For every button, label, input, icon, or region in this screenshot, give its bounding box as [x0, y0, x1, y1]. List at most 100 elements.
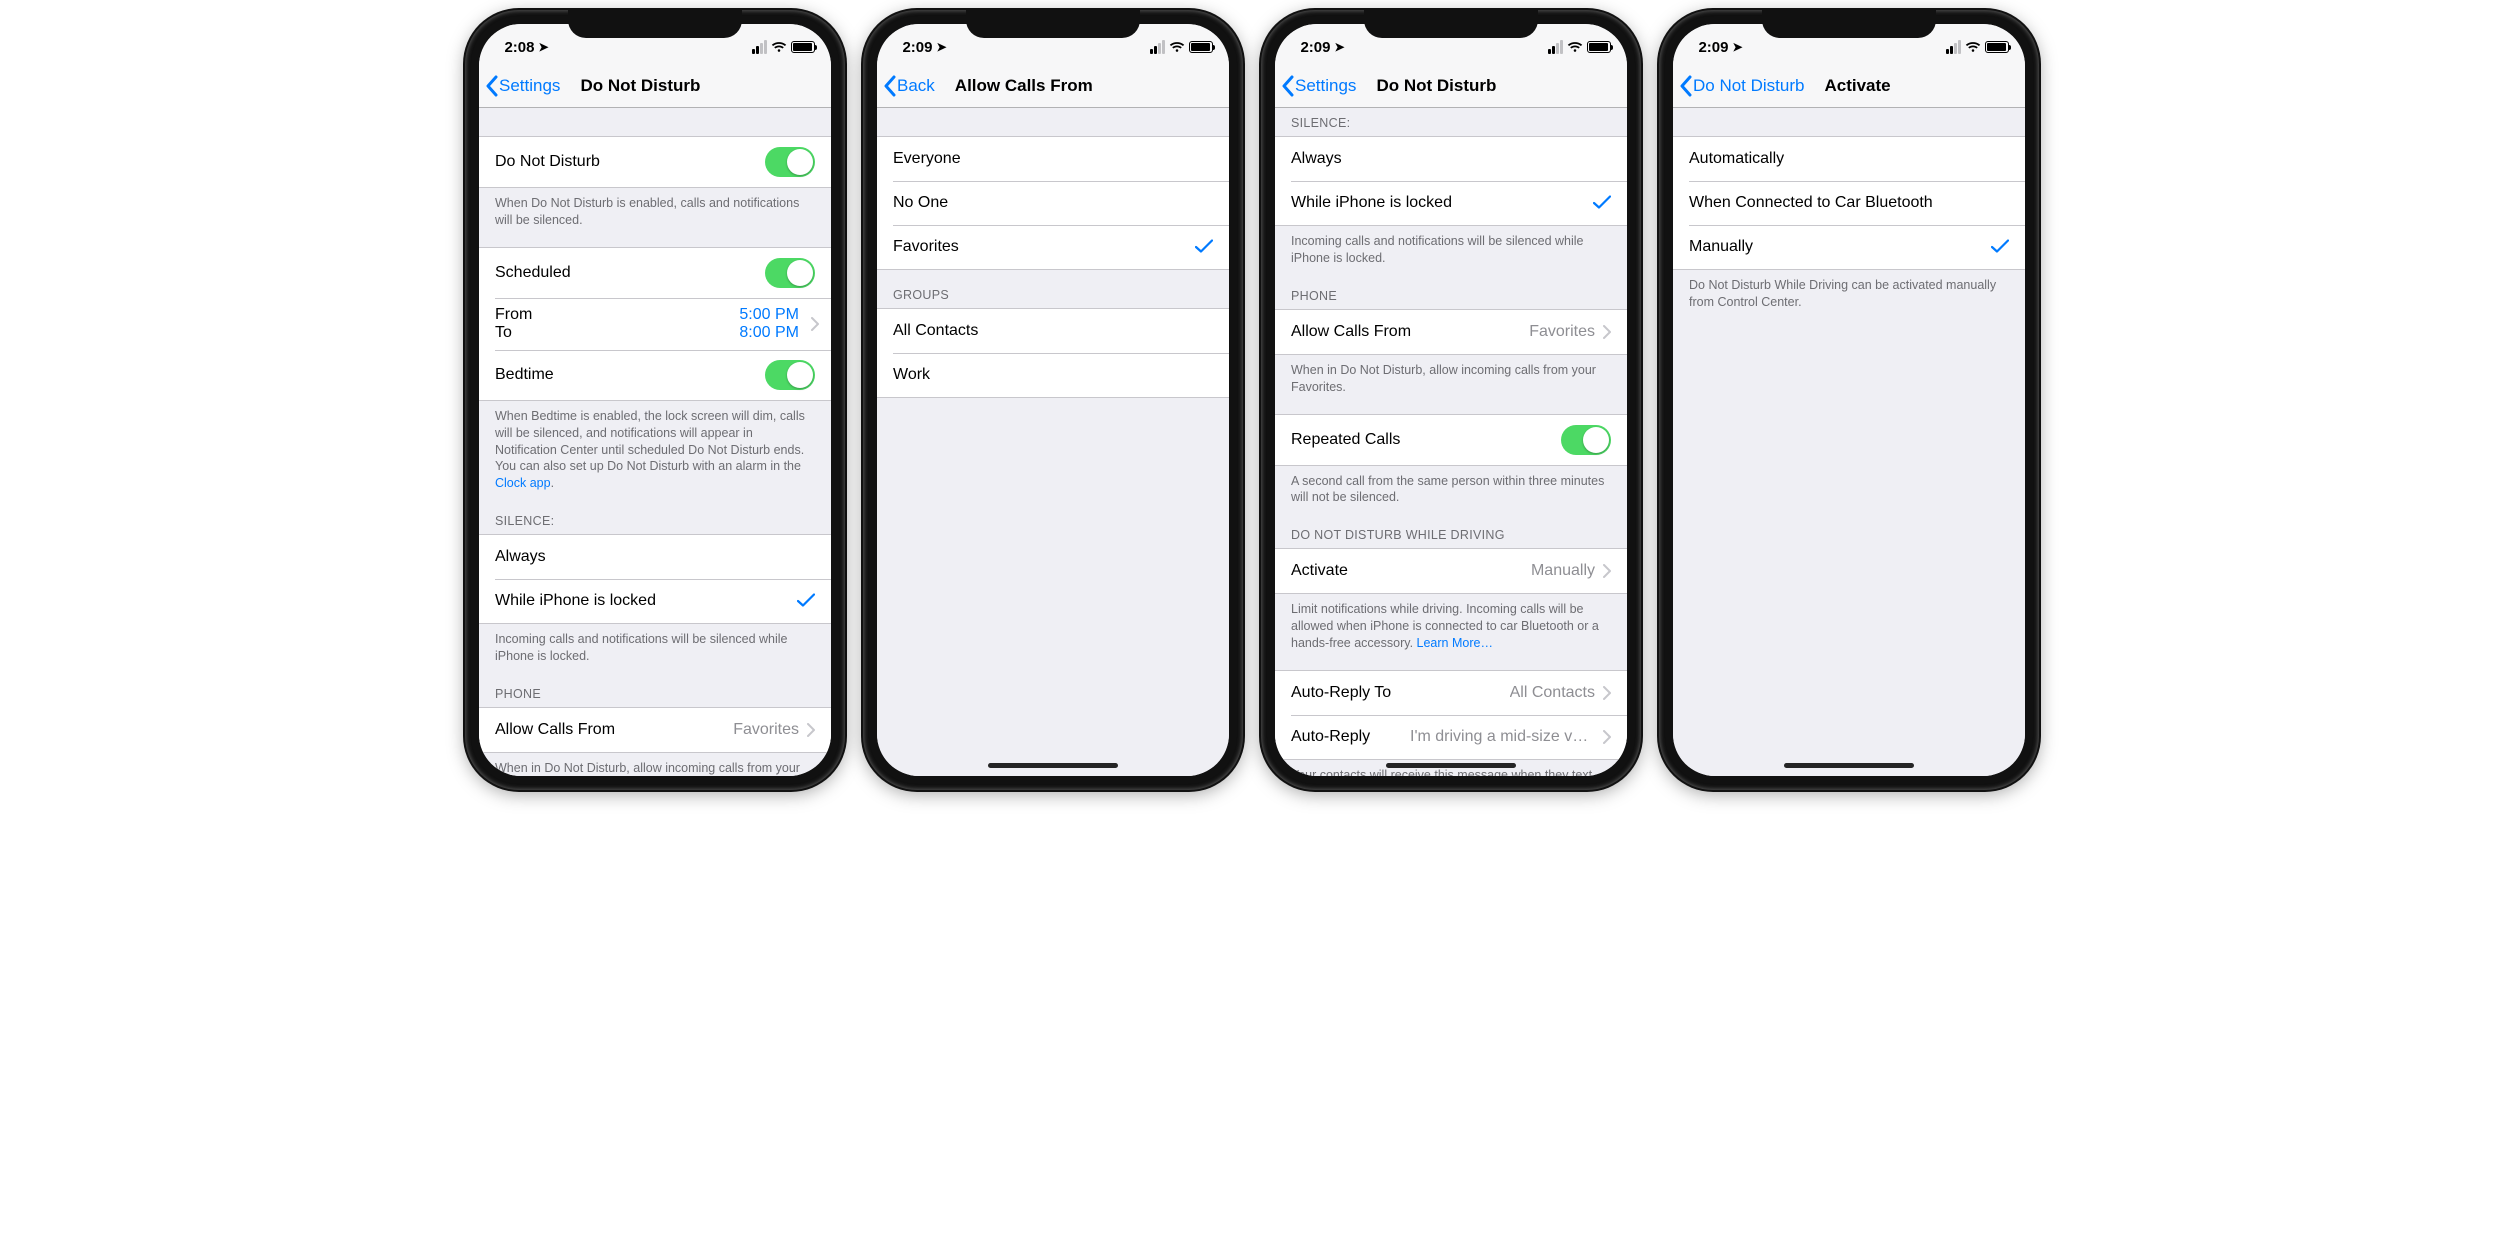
- group-dnd: Do Not Disturb: [479, 136, 831, 188]
- notch: [966, 10, 1140, 38]
- toggle-bedtime[interactable]: [765, 360, 815, 390]
- group-allow-basic: Everyone No One Favorites: [877, 136, 1229, 270]
- home-indicator[interactable]: [1386, 763, 1516, 768]
- status-time: 2:09: [1698, 39, 1728, 56]
- check-icon: [1991, 237, 2009, 258]
- group-autoreply: Auto-Reply To All Contacts Auto-Reply I'…: [1275, 670, 1627, 760]
- row-do-not-disturb[interactable]: Do Not Disturb: [479, 137, 831, 187]
- row-automatically[interactable]: Automatically: [1673, 137, 2025, 181]
- row-bedtime[interactable]: Bedtime: [479, 350, 831, 400]
- wifi-icon: [1567, 41, 1583, 53]
- link-learn-more[interactable]: Learn More…: [1417, 636, 1493, 650]
- group-phone-allow: Allow Calls From Favorites: [479, 707, 831, 753]
- check-icon: [1195, 237, 1213, 258]
- back-label: Settings: [1295, 76, 1356, 96]
- page-title: Do Not Disturb: [560, 76, 700, 96]
- battery-icon: [1985, 41, 2009, 53]
- row-allow-calls-from[interactable]: Allow Calls From Favorites: [1275, 310, 1627, 354]
- footer-allow: When in Do Not Disturb, allow incoming c…: [1275, 355, 1627, 400]
- check-icon: [1593, 193, 1611, 214]
- row-scheduled[interactable]: Scheduled: [479, 248, 831, 298]
- toggle-do-not-disturb[interactable]: [765, 147, 815, 177]
- row-silence-always[interactable]: Always: [479, 535, 831, 579]
- row-silence-locked[interactable]: While iPhone is locked: [479, 579, 831, 623]
- row-all-contacts[interactable]: All Contacts: [877, 309, 1229, 353]
- footer-activate: Do Not Disturb While Driving can be acti…: [1673, 270, 2025, 315]
- back-button[interactable]: Back: [877, 75, 935, 97]
- group-activate-options: Automatically When Connected to Car Blue…: [1673, 136, 2025, 270]
- battery-icon: [791, 41, 815, 53]
- content[interactable]: Everyone No One Favorites GROUPS All Con…: [877, 108, 1229, 776]
- group-contact-groups: All Contacts Work: [877, 308, 1229, 398]
- location-icon: ➤: [1334, 40, 1344, 54]
- back-label: Do Not Disturb: [1693, 76, 1804, 96]
- row-car-bluetooth[interactable]: When Connected to Car Bluetooth: [1673, 181, 2025, 225]
- row-everyone[interactable]: Everyone: [877, 137, 1229, 181]
- row-no-one[interactable]: No One: [877, 181, 1229, 225]
- header-silence: SILENCE:: [479, 496, 831, 534]
- content[interactable]: Automatically When Connected to Car Blue…: [1673, 108, 2025, 776]
- group-silence: Always While iPhone is locked: [479, 534, 831, 624]
- group-phone-allow: Allow Calls From Favorites: [1275, 309, 1627, 355]
- status-time: 2:08: [504, 39, 534, 56]
- page-title: Activate: [1804, 76, 1890, 96]
- row-time-range[interactable]: From5:00 PM To8:00 PM: [479, 298, 831, 350]
- phone-frame: 2:09 ➤ Back Allow Calls From Everyone: [863, 10, 1243, 790]
- group-schedule: Scheduled From5:00 PM To8:00 PM Bedtime: [479, 247, 831, 401]
- row-repeated-calls[interactable]: Repeated Calls: [1275, 415, 1627, 465]
- footer-silence: Incoming calls and notifications will be…: [1275, 226, 1627, 271]
- toggle-scheduled[interactable]: [765, 258, 815, 288]
- footer-activate: Limit notifications while driving. Incom…: [1275, 594, 1627, 656]
- home-indicator[interactable]: [1784, 763, 1914, 768]
- header-phone: PHONE: [479, 669, 831, 707]
- chevron-left-icon: [1281, 75, 1295, 97]
- back-button[interactable]: Do Not Disturb: [1673, 75, 1804, 97]
- row-manually[interactable]: Manually: [1673, 225, 2025, 269]
- row-silence-always[interactable]: Always: [1275, 137, 1627, 181]
- page-title: Allow Calls From: [935, 76, 1093, 96]
- wifi-icon: [771, 41, 787, 53]
- home-indicator[interactable]: [988, 763, 1118, 768]
- toggle-repeated-calls[interactable]: [1561, 425, 1611, 455]
- chevron-right-icon: [1603, 564, 1611, 578]
- navigation-bar: Do Not Disturb Activate: [1673, 64, 2025, 108]
- chevron-left-icon: [485, 75, 499, 97]
- location-icon: ➤: [538, 40, 548, 54]
- notch: [1762, 10, 1936, 38]
- screen: 2:09 ➤ Back Allow Calls From Everyone: [877, 24, 1229, 776]
- row-work[interactable]: Work: [877, 353, 1229, 397]
- back-label: Settings: [499, 76, 560, 96]
- row-activate[interactable]: Activate Manually: [1275, 549, 1627, 593]
- row-auto-reply-to[interactable]: Auto-Reply To All Contacts: [1275, 671, 1627, 715]
- chevron-right-icon: [1603, 730, 1611, 744]
- label: Do Not Disturb: [495, 153, 600, 171]
- back-button[interactable]: Settings: [1275, 75, 1356, 97]
- phone-frame: 2:09 ➤ Settings Do Not Disturb SILENCE: …: [1261, 10, 1641, 790]
- screen: 2:09 ➤ Do Not Disturb Activate Automatic…: [1673, 24, 2025, 776]
- group-driving-activate: Activate Manually: [1275, 548, 1627, 594]
- wifi-icon: [1169, 41, 1185, 53]
- group-silence: Always While iPhone is locked: [1275, 136, 1627, 226]
- row-favorites[interactable]: Favorites: [877, 225, 1229, 269]
- footer-dnd: When Do Not Disturb is enabled, calls an…: [479, 188, 831, 233]
- back-button[interactable]: Settings: [479, 75, 560, 97]
- chevron-right-icon: [1603, 325, 1611, 339]
- location-icon: ➤: [1732, 40, 1742, 54]
- chevron-right-icon: [811, 317, 819, 331]
- check-icon: [797, 591, 815, 612]
- link-clock-app[interactable]: Clock app: [495, 476, 551, 490]
- group-repeated: Repeated Calls: [1275, 414, 1627, 466]
- row-allow-calls-from[interactable]: Allow Calls From Favorites: [479, 708, 831, 752]
- row-auto-reply[interactable]: Auto-Reply I'm driving a mid-size vehicl…: [1275, 715, 1627, 759]
- location-icon: ➤: [936, 40, 946, 54]
- content[interactable]: Do Not Disturb When Do Not Disturb is en…: [479, 108, 831, 776]
- cellular-signal-icon: [1150, 40, 1165, 54]
- footer-repeated: A second call from the same person withi…: [1275, 466, 1627, 511]
- cellular-signal-icon: [752, 40, 767, 54]
- phone-frame: 2:08 ➤ Settings Do Not Disturb Do Not Di…: [465, 10, 845, 790]
- row-silence-locked[interactable]: While iPhone is locked: [1275, 181, 1627, 225]
- content[interactable]: SILENCE: Always While iPhone is locked I…: [1275, 108, 1627, 776]
- cellular-signal-icon: [1946, 40, 1961, 54]
- back-label: Back: [897, 76, 935, 96]
- navigation-bar: Back Allow Calls From: [877, 64, 1229, 108]
